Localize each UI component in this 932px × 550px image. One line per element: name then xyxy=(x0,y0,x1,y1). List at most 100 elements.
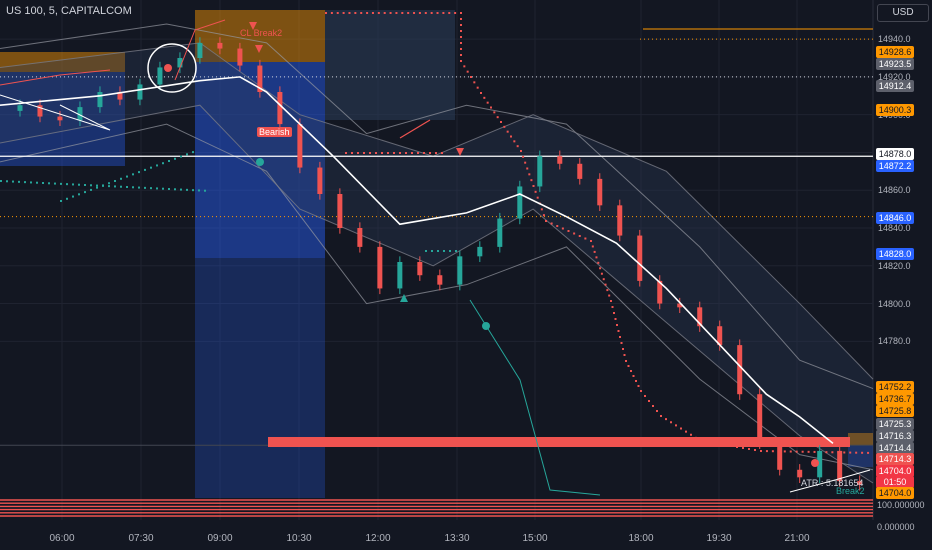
trail-dot xyxy=(620,342,623,344)
support-dot xyxy=(66,183,68,186)
support-dot xyxy=(186,188,188,191)
price-badge-orange: 14900.3 xyxy=(876,104,914,116)
trail-dot xyxy=(849,451,852,454)
trail-dot xyxy=(595,256,598,259)
resistance-dot xyxy=(435,152,437,154)
candle-body xyxy=(357,228,363,247)
trail-dot xyxy=(500,121,502,123)
trail-dot xyxy=(656,410,658,412)
trail-dot xyxy=(690,433,692,436)
currency-button[interactable]: USD xyxy=(877,4,929,22)
support-dot xyxy=(108,185,110,188)
trail-dot xyxy=(765,450,768,453)
trail-dot xyxy=(771,450,774,453)
y-tick-label: 14820.0 xyxy=(878,260,911,271)
x-tick-label: 18:00 xyxy=(628,533,654,544)
support-dot xyxy=(156,187,158,190)
support-dot xyxy=(150,187,152,190)
trail-dot xyxy=(680,427,682,430)
resistance-dot xyxy=(417,152,419,154)
resistance-dot xyxy=(351,152,353,154)
trail-dot xyxy=(590,240,592,242)
trail-dot xyxy=(789,450,792,453)
candle-body xyxy=(617,205,623,236)
support-dot xyxy=(90,184,92,187)
trail-dot xyxy=(530,179,533,182)
trail-dot xyxy=(524,161,527,164)
trail-dot xyxy=(843,451,846,454)
support-dot xyxy=(60,182,62,185)
candle-body xyxy=(497,218,503,247)
trail-dot xyxy=(825,451,828,454)
price-badge-orange: 14928.6 xyxy=(876,46,914,58)
zone-cloud-top xyxy=(325,10,455,120)
annotation-cl-break: CL Break2 xyxy=(240,28,283,38)
trail-dot xyxy=(476,86,479,89)
trail-dot xyxy=(545,220,547,222)
trail-dot xyxy=(503,125,506,128)
signal-dot xyxy=(164,64,172,72)
signal-dot-right xyxy=(811,459,819,467)
resistance-dot xyxy=(399,152,401,154)
trail-dot xyxy=(861,451,864,454)
support-dot-mid xyxy=(425,250,427,252)
trail-dot xyxy=(542,214,545,217)
trail-dot xyxy=(371,12,374,14)
trail-dot xyxy=(466,70,469,73)
trail-dot xyxy=(342,12,345,14)
support-dot xyxy=(150,166,152,169)
trail-dot xyxy=(619,336,621,338)
candle-body xyxy=(457,256,463,285)
trail-dot xyxy=(532,185,535,187)
trail-dot xyxy=(637,385,640,387)
support-dot-mid xyxy=(437,250,439,252)
support-dot-mid xyxy=(443,250,445,252)
trail-dot xyxy=(401,12,404,14)
trail-dot xyxy=(648,400,650,402)
trail-dot xyxy=(591,245,594,248)
resistance-dot xyxy=(411,152,413,154)
support-dot xyxy=(132,173,134,176)
price-badge-blue: 14846.0 xyxy=(876,212,914,224)
support-dot xyxy=(96,184,98,187)
x-tick-label: 15:00 xyxy=(522,533,548,544)
annotation-bearish: Bearish xyxy=(257,127,292,137)
price-chart[interactable] xyxy=(0,0,932,550)
support-dot xyxy=(36,181,38,184)
candle-body xyxy=(277,92,283,125)
trail-dot xyxy=(675,424,677,427)
candle-body xyxy=(237,48,243,66)
trail-dot xyxy=(522,155,525,158)
support-dot xyxy=(18,180,20,183)
trail-dot xyxy=(795,450,798,453)
support-dot xyxy=(24,181,26,184)
trail-dot xyxy=(730,445,732,447)
trail-dot xyxy=(632,375,635,377)
trail-dot xyxy=(526,167,529,170)
trail-dot xyxy=(460,18,462,20)
support-dot xyxy=(78,183,80,186)
support-dot xyxy=(162,162,164,165)
trail-dot xyxy=(490,106,492,109)
trail-dot xyxy=(736,446,738,448)
signal-dot-green xyxy=(256,158,264,166)
candle-body xyxy=(537,156,543,187)
resistance-dot xyxy=(387,152,389,154)
trail-dot xyxy=(442,12,445,14)
trail-dot xyxy=(536,196,539,199)
trail-dot xyxy=(567,230,570,232)
trail-dot xyxy=(622,348,624,350)
trail-dot xyxy=(470,76,472,78)
candle-body xyxy=(97,92,103,108)
price-badge-red: 14714.3 xyxy=(876,453,914,465)
candle-body xyxy=(437,275,443,285)
trail-dot xyxy=(635,380,637,382)
trail-dot xyxy=(513,140,516,143)
candle-body xyxy=(737,345,743,395)
trail-dot xyxy=(630,370,632,372)
trail-dot xyxy=(712,442,714,444)
support-dot xyxy=(84,184,86,186)
resistance-dot xyxy=(423,152,425,154)
trail-dot xyxy=(660,415,662,417)
up-arrow xyxy=(400,294,408,302)
